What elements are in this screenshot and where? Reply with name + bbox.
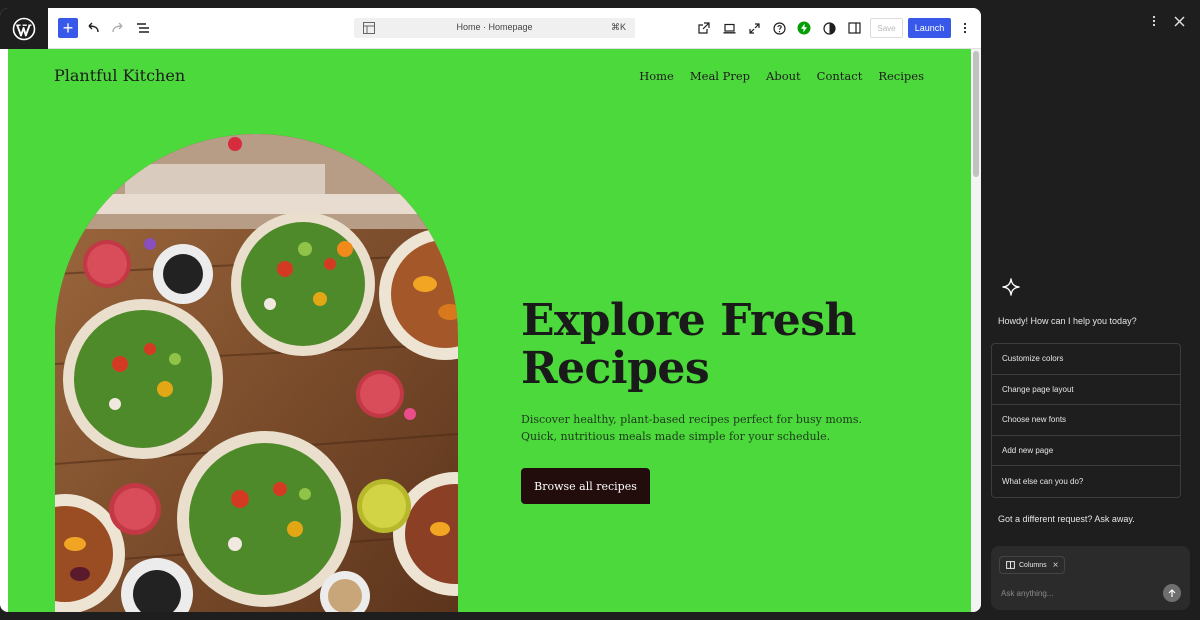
- wordpress-logo-button[interactable]: [0, 8, 48, 49]
- nav-item-recipes[interactable]: Recipes: [878, 69, 924, 83]
- help-circle-icon: [772, 21, 786, 35]
- more-vertical-icon: [1152, 15, 1156, 27]
- suggestion-add-new-page[interactable]: Add new page: [992, 436, 1180, 467]
- remove-chip-icon[interactable]: ×: [1053, 560, 1059, 571]
- panel-options-button[interactable]: [1147, 12, 1161, 30]
- site-title[interactable]: Plantful Kitchen: [54, 66, 185, 85]
- nav-item-home[interactable]: Home: [639, 69, 674, 83]
- command-shortcut: ⌘K: [610, 22, 626, 32]
- site-canvas[interactable]: Plantful Kitchen Home Meal Prep About Co…: [8, 49, 971, 612]
- scrollbar-thumb[interactable]: [973, 51, 979, 177]
- launch-button[interactable]: Launch: [908, 18, 951, 38]
- document-title: Home · Homepage: [456, 22, 533, 32]
- device-preview-button[interactable]: [719, 18, 739, 38]
- external-link-icon: [698, 22, 710, 34]
- canvas-scrollbar[interactable]: [971, 49, 981, 612]
- suggestion-customize-colors[interactable]: Customize colors: [992, 344, 1180, 375]
- undo-icon: [88, 22, 99, 33]
- send-button[interactable]: [1163, 584, 1181, 602]
- hero-description[interactable]: Discover healthy, plant-based recipes pe…: [521, 411, 881, 445]
- sparkle-icon: [1002, 278, 1020, 296]
- add-block-button[interactable]: +: [58, 18, 78, 38]
- redo-button[interactable]: [107, 18, 129, 38]
- bolt-circle-icon: [797, 21, 811, 35]
- arrow-up-icon: [1168, 588, 1176, 597]
- nav-item-contact[interactable]: Contact: [817, 69, 863, 83]
- more-vertical-icon: [963, 22, 967, 34]
- chat-composer: Columns ×: [991, 546, 1190, 610]
- styles-button[interactable]: [819, 18, 839, 38]
- save-button[interactable]: Save: [870, 18, 903, 38]
- sidebar-icon: [847, 22, 861, 34]
- plus-icon: +: [62, 18, 74, 38]
- site-editor: + Home · Homepage ⌘K Save Launch Plantfu…: [0, 8, 981, 612]
- suggestion-change-page-layout[interactable]: Change page layout: [992, 375, 1180, 406]
- browse-recipes-button[interactable]: Browse all recipes: [521, 468, 650, 504]
- suggestion-list: Customize colors Change page layout Choo…: [991, 343, 1181, 498]
- close-icon: [1174, 16, 1184, 26]
- food-table-illustration: [55, 134, 458, 612]
- nav-item-meal-prep[interactable]: Meal Prep: [690, 69, 750, 83]
- list-view-icon: [137, 23, 149, 33]
- editor-toolbar: + Home · Homepage ⌘K Save Launch: [48, 8, 981, 49]
- help-button[interactable]: [769, 18, 789, 38]
- jetpack-button[interactable]: [794, 18, 814, 38]
- context-chip-label: Columns: [1019, 561, 1047, 569]
- settings-sidebar-button[interactable]: [844, 18, 864, 38]
- context-chip[interactable]: Columns ×: [999, 556, 1066, 574]
- different-request-label: Got a different request? Ask away.: [998, 514, 1135, 524]
- list-view-button[interactable]: [132, 18, 154, 38]
- suggestion-what-else[interactable]: What else can you do?: [992, 466, 1180, 497]
- panel-close-button[interactable]: [1170, 12, 1188, 30]
- wordpress-logo-icon: [12, 17, 36, 40]
- assistant-greeting: Howdy! How can I help you today?: [998, 316, 1137, 326]
- nav-item-about[interactable]: About: [766, 69, 801, 83]
- fullscreen-button[interactable]: [744, 18, 764, 38]
- undo-button[interactable]: [82, 18, 104, 38]
- options-button[interactable]: [956, 18, 974, 38]
- hero-heading[interactable]: Explore Fresh Recipes: [521, 297, 941, 393]
- columns-icon: [1006, 561, 1015, 569]
- ask-input[interactable]: [1001, 586, 1151, 600]
- redo-icon: [112, 22, 123, 33]
- hero-image[interactable]: [55, 134, 458, 612]
- laptop-icon: [723, 23, 735, 33]
- half-circle-icon: [822, 21, 836, 35]
- suggestion-choose-new-fonts[interactable]: Choose new fonts: [992, 405, 1180, 436]
- expand-icon: [748, 22, 760, 34]
- view-site-button[interactable]: [694, 18, 714, 38]
- document-bar[interactable]: Home · Homepage ⌘K: [354, 18, 635, 38]
- site-navigation: Home Meal Prep About Contact Recipes: [639, 69, 924, 83]
